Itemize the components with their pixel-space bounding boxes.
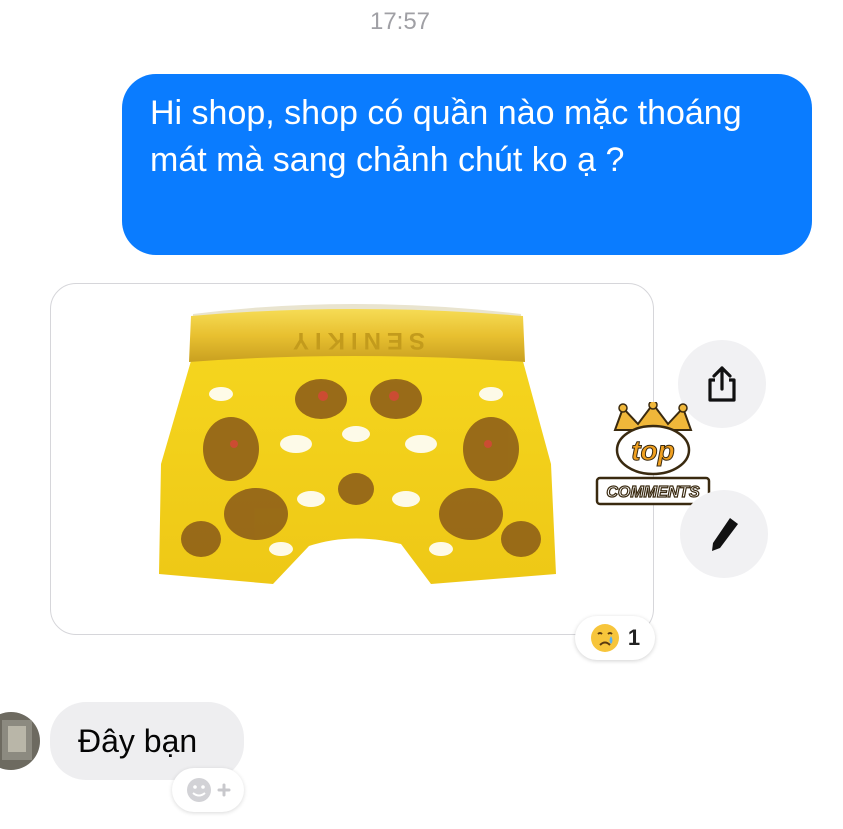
message-timestamp: 17:57 — [369, 8, 431, 35]
product-image-underwear: SENIKIY — [159, 304, 556, 584]
sticker-bottom-text: COMMENTS — [606, 484, 700, 501]
sticker-top-text: top — [631, 435, 675, 466]
share-icon — [708, 366, 736, 402]
waistband-brand-text: SENIKIY — [287, 327, 425, 354]
reaction-count: 1 — [627, 625, 641, 650]
edit-button[interactable] — [680, 490, 768, 578]
message-reaction[interactable]: 1 — [575, 616, 655, 660]
image-message[interactable]: SENIKIY — [50, 283, 654, 635]
crying-face-emoji-icon — [590, 624, 619, 652]
add-reaction-button[interactable] — [172, 768, 244, 812]
top-comments-sticker: top COMMENTS — [593, 400, 713, 512]
add-reaction-icon — [187, 778, 231, 802]
avatar[interactable] — [0, 712, 40, 770]
crown-icon: top COMMENTS — [595, 400, 711, 506]
outgoing-message-bubble[interactable]: Hi shop, shop có quần nào mặc thoáng mát… — [122, 74, 812, 255]
pencil-icon — [712, 518, 738, 551]
